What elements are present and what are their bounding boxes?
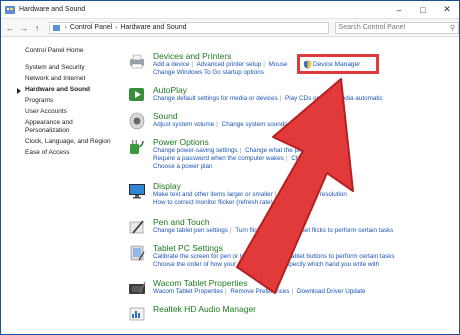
sidebar: Control Panel Home System and Security N… xyxy=(1,37,119,334)
speaker-icon xyxy=(129,112,145,130)
category-title[interactable]: Wacom Tablet Properties xyxy=(153,278,459,288)
title-bar: Hardware and Sound – □ ✕ xyxy=(1,1,459,19)
link-set-flicks[interactable]: Set flicks to perform certain tasks xyxy=(301,227,394,234)
link-require-password[interactable]: Require a password when the computer wak… xyxy=(153,155,284,162)
sidebar-item-clock-language-region[interactable]: Clock, Language, and Region xyxy=(1,138,119,146)
monitor-icon xyxy=(129,184,145,199)
link-advanced-printer-setup[interactable]: Advanced printer setup xyxy=(196,61,261,68)
link-calibrate-screen[interactable]: Calibrate the screen for pen or touch in… xyxy=(153,253,271,260)
wikihow-watermark: wikiHow xyxy=(399,314,451,329)
sidebar-item-network-and-internet[interactable]: Network and Internet xyxy=(1,75,119,83)
link-screen-rotation[interactable]: Choose the order of how your screen rota… xyxy=(153,261,278,268)
link-power-buttons[interactable]: Change what the power buttons do xyxy=(245,147,343,154)
link-monitor-flicker[interactable]: How to correct monitor flicker (refresh … xyxy=(153,199,273,206)
link-change-default-settings[interactable]: Change default settings for media or dev… xyxy=(153,95,278,102)
link-power-saving-settings[interactable]: Change power-saving settings xyxy=(153,147,238,154)
link-tablet-buttons[interactable]: Set tablet buttons to perform certain ta… xyxy=(278,253,395,260)
watermark-suffix: How xyxy=(424,314,451,329)
sidebar-item-system-and-security[interactable]: System and Security xyxy=(1,64,119,72)
address-bar: ← → ↑ › Control Panel › Hardware and Sou… xyxy=(1,19,459,37)
link-adjust-resolution[interactable]: Adjust screen resolution xyxy=(280,191,347,198)
link-wacom-properties[interactable]: Wacom Tablet Properties xyxy=(153,288,223,295)
control-panel-window: Hardware and Sound – □ ✕ ← → ↑ › Control… xyxy=(0,0,460,335)
realtek-audio-icon xyxy=(129,307,145,321)
autoplay-icon xyxy=(129,88,144,101)
category-title[interactable]: AutoPlay xyxy=(153,85,459,95)
link-choose-power-plan[interactable]: Choose a power plan xyxy=(153,163,213,170)
back-arrow-icon[interactable]: ← xyxy=(4,22,16,34)
watermark-brand: wiki xyxy=(399,314,425,329)
link-windows-to-go[interactable]: Change Windows To Go startup options xyxy=(153,69,264,76)
link-handedness[interactable]: Specify which hand you write with xyxy=(285,261,379,268)
sidebar-item-programs[interactable]: Programs xyxy=(1,97,119,105)
link-mouse[interactable]: Mouse xyxy=(269,61,288,68)
link-play-cds[interactable]: Play CDs or other media automatic xyxy=(285,95,383,102)
highlight-box xyxy=(297,54,379,74)
sidebar-item-hardware-and-sound[interactable]: Hardware and Sound xyxy=(1,86,119,94)
link-manage-audio[interactable]: Manage audio xyxy=(295,121,335,128)
minimize-button[interactable]: – xyxy=(387,1,411,18)
link-download-driver-update[interactable]: Download Driver Update xyxy=(297,288,366,295)
window-title: Hardware and Sound xyxy=(19,6,86,13)
link-flicks-on-off[interactable]: Turn flicks on and off xyxy=(235,227,293,234)
category-title[interactable]: Pen and Touch xyxy=(153,217,459,227)
breadcrumb-hardware-and-sound[interactable]: Hardware and Sound xyxy=(120,24,186,31)
link-text-larger-smaller[interactable]: Make text and other items larger or smal… xyxy=(153,191,273,198)
link-remove-preferences[interactable]: Remove Preferences xyxy=(230,288,289,295)
category-title[interactable]: Display xyxy=(153,181,459,191)
sidebar-item-appearance[interactable]: Appearance and Personalization xyxy=(1,119,95,135)
category-title[interactable]: Realtek HD Audio Manager xyxy=(153,304,459,314)
link-adjust-system-volume[interactable]: Adjust system volume xyxy=(153,121,214,128)
wacom-tablet-icon xyxy=(129,281,146,294)
search-placeholder: Search Control Panel xyxy=(338,24,406,31)
forward-arrow-icon[interactable]: → xyxy=(18,22,30,34)
maximize-button[interactable]: □ xyxy=(411,1,435,18)
printer-icon xyxy=(130,54,144,69)
sidebar-item-ease-of-access[interactable]: Ease of Access xyxy=(1,149,119,157)
power-plug-icon xyxy=(130,140,144,154)
pen-icon xyxy=(129,220,144,234)
sidebar-item-user-accounts[interactable]: User Accounts xyxy=(1,108,119,116)
control-panel-icon xyxy=(5,5,15,14)
close-button[interactable]: ✕ xyxy=(435,1,459,18)
search-icon[interactable]: ⚲ xyxy=(450,24,455,32)
control-panel-small-icon xyxy=(52,24,60,31)
sidebar-item-control-panel-home[interactable]: Control Panel Home xyxy=(1,47,119,55)
link-change-system-sounds[interactable]: Change system sounds xyxy=(222,121,288,128)
up-arrow-icon[interactable]: ↑ xyxy=(31,22,43,34)
category-title[interactable]: Power Options xyxy=(153,137,459,147)
category-title[interactable]: Tablet PC Settings xyxy=(153,243,459,253)
link-change-when[interactable]: Change when the xyxy=(291,155,340,162)
breadcrumb[interactable]: › Control Panel › Hardware and Sound xyxy=(48,21,329,34)
category-title[interactable]: Sound xyxy=(153,111,459,121)
link-tablet-pen-settings[interactable]: Change tablet pen settings xyxy=(153,227,228,234)
tablet-icon xyxy=(130,245,145,261)
link-add-device[interactable]: Add a device xyxy=(153,61,189,68)
search-input[interactable]: Search Control Panel ⚲ xyxy=(334,21,459,34)
breadcrumb-control-panel[interactable]: Control Panel xyxy=(70,24,112,31)
